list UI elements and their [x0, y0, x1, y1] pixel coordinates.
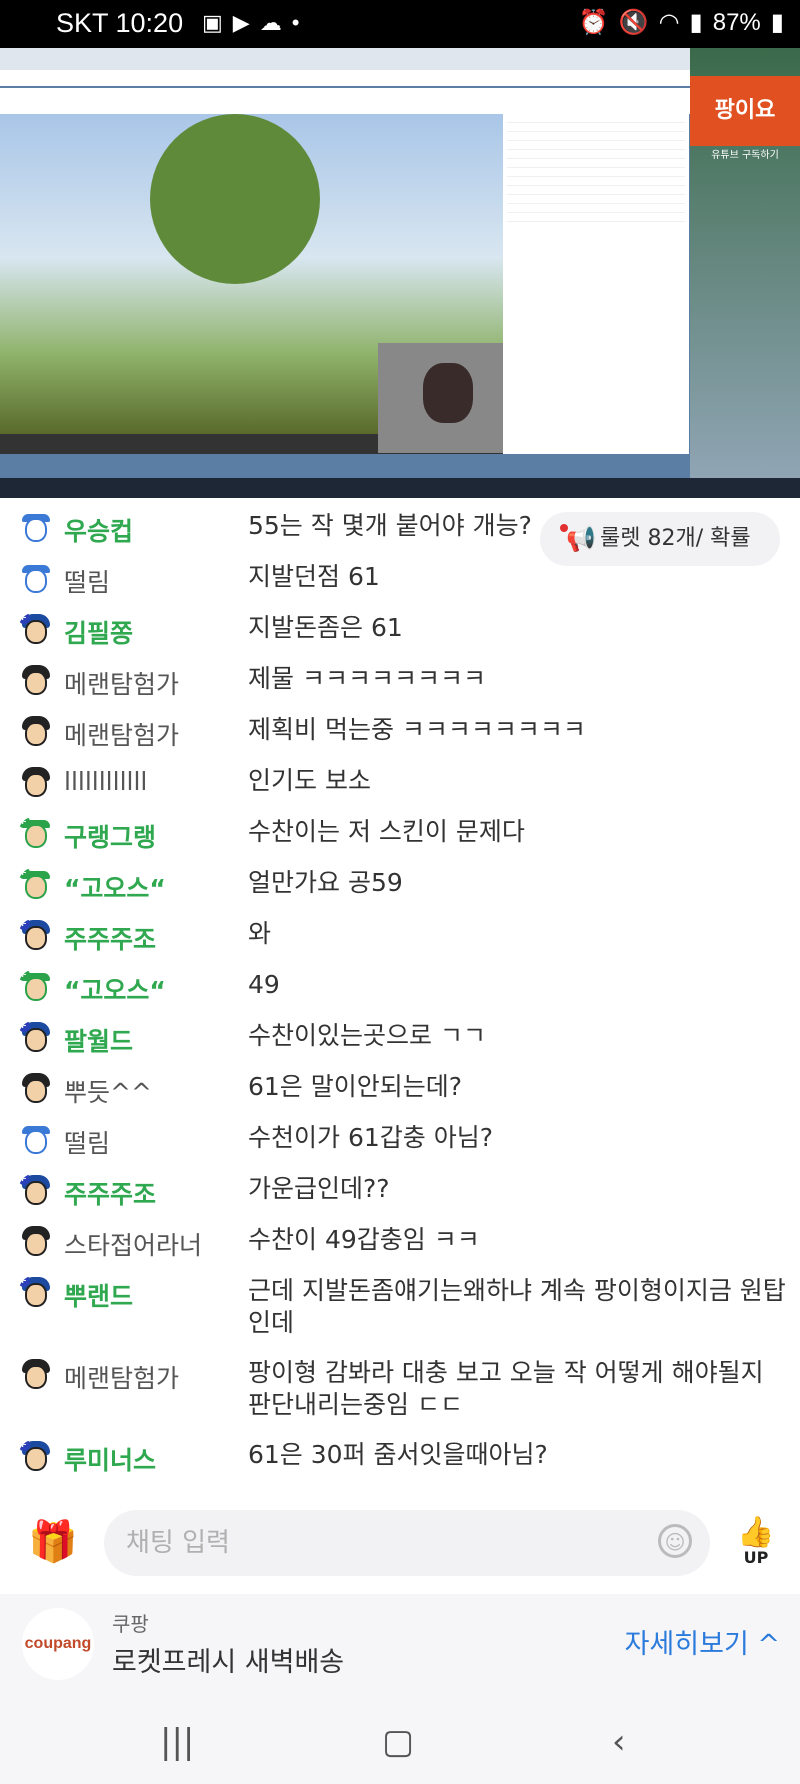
roulette-label: 룰렛 82개/ 확률 — [600, 526, 751, 551]
emoji-icon[interactable]: ☺ — [658, 1524, 692, 1558]
stream-chat-panel — [503, 114, 689, 454]
avatar[interactable] — [18, 510, 54, 546]
avatar[interactable]: F — [18, 1173, 54, 1209]
stream-video[interactable]: 팡이요 유튜브 구독하기 — [0, 48, 800, 498]
image-icon: ▣ — [202, 10, 223, 35]
chat-nickname[interactable]: 메랜탐험가 — [64, 1359, 179, 1395]
stream-browser-tabs — [0, 48, 700, 70]
avatar[interactable]: F — [18, 1020, 54, 1056]
chat-nickname[interactable]: 루미너스 — [64, 1441, 156, 1477]
battery-percent: 87% — [712, 8, 761, 36]
chat-nickname[interactable]: “고오스“ — [64, 971, 166, 1007]
megaphone-icon: 📢 — [566, 525, 596, 553]
avatar[interactable]: F — [18, 612, 54, 648]
status-bar: SKT 10:20 ▣ ▶ ☁ • ⏰ 🔇 ◠ ▮ 87% ▮ — [0, 0, 800, 48]
home-icon[interactable]: ▢ — [382, 1722, 414, 1762]
chat-nickname[interactable]: llllllllllll — [64, 767, 147, 796]
avatar[interactable]: F — [18, 918, 54, 954]
dot-icon: • — [291, 10, 300, 35]
chat-text: 49 — [248, 970, 280, 999]
signal-icon: ▮ — [689, 9, 703, 36]
avatar[interactable] — [18, 561, 54, 597]
chat-text: 얼만가요 공59 — [248, 868, 403, 897]
recent-apps-icon[interactable]: ||| — [160, 1722, 194, 1762]
avatar[interactable]: F — [18, 816, 54, 852]
avatar[interactable] — [18, 1224, 54, 1260]
chat-nickname[interactable]: 팔월드 — [64, 1022, 133, 1058]
chat-nickname[interactable]: 스타접어라너 — [64, 1226, 202, 1262]
stream-browser-url — [0, 70, 700, 86]
chat-nickname[interactable]: 우승컵 — [64, 512, 133, 548]
status-time: SKT 10:20 — [56, 8, 184, 38]
chat-text: 수천이가 61갑충 아님? — [248, 1123, 493, 1152]
chat-text: 인기도 보소 — [248, 766, 371, 795]
chat-text: 61은 말이안되는데? — [248, 1072, 463, 1101]
system-nav-bar: ||| ▢ ‹ — [0, 1704, 800, 1784]
chat-nickname[interactable]: “고오스“ — [64, 869, 166, 905]
avatar[interactable] — [18, 765, 54, 801]
streamer-webcam — [378, 343, 503, 453]
status-right-icons: ⏰ 🔇 ◠ ▮ 87% ▮ — [579, 8, 784, 37]
stream-overlay: 팡이요 유튜브 구독하기 — [690, 48, 800, 478]
chat-text: 수찬이있는곳으로 ㄱㄱ — [248, 1021, 486, 1050]
up-label: UP — [743, 1548, 769, 1567]
avatar[interactable]: F — [18, 1439, 54, 1475]
ad-banner[interactable]: coupang 쿠팡 로켓프레시 새벽배송 자세히보기 ^ — [0, 1594, 800, 1704]
channel-overlay-logo: 팡이요 — [690, 76, 800, 146]
chat-nickname[interactable]: 메랜탐험가 — [64, 716, 179, 752]
up-button[interactable]: 👍 UP — [728, 1515, 784, 1568]
avatar[interactable]: F — [18, 1275, 54, 1311]
avatar[interactable] — [18, 1357, 54, 1393]
chat-nickname[interactable]: 주주주조 — [64, 1175, 156, 1211]
chat-text: 팡이형 감봐라 대충 보고 오늘 작 어떻게 해야될지 판단내리는중임 ㄷㄷ — [248, 1358, 764, 1419]
chat-nickname[interactable]: 떨림 — [64, 1124, 110, 1160]
back-icon[interactable]: ‹ — [612, 1722, 626, 1762]
alarm-icon: ⏰ — [578, 9, 609, 36]
mute-icon: 🔇 — [618, 9, 649, 36]
chat-text: 근데 지발돈좀얘기는왜하냐 계속 팡이형이지금 원탑인데 — [248, 1276, 786, 1337]
coupang-logo: coupang — [22, 1608, 94, 1680]
youtube-icon: ▶ — [232, 10, 250, 35]
chat-nickname[interactable]: 메랜탐험가 — [64, 665, 179, 701]
avatar[interactable] — [18, 714, 54, 750]
streamer-head — [423, 363, 473, 423]
chat-input-bar: 🎁 채팅 입력 ☺ 👍 UP — [0, 1500, 800, 1590]
roulette-button[interactable]: 📢 룰렛 82개/ 확률 — [540, 512, 780, 566]
chat-text: 제물 ㅋㅋㅋㅋㅋㅋㅋㅋ — [248, 664, 486, 693]
stream-site-header — [0, 88, 700, 114]
chat-text: 61은 30퍼 줌서잇을때아님? — [248, 1440, 548, 1469]
chat-text: 수찬이 49갑충임 ㅋㅋ — [248, 1225, 480, 1254]
status-left-icons: ▣ ▶ ☁ • — [202, 10, 299, 36]
chat-input-placeholder: 채팅 입력 — [126, 1528, 230, 1558]
thumbs-up-icon: 👍 — [737, 1515, 775, 1550]
game-tree — [150, 114, 320, 284]
avatar[interactable]: F — [18, 969, 54, 1005]
avatar[interactable] — [18, 1071, 54, 1107]
avatar[interactable] — [18, 1122, 54, 1158]
wifi-icon: ◠ — [658, 9, 680, 36]
stream-taskbar — [0, 478, 800, 498]
chat-nickname[interactable]: 김필쫑 — [64, 614, 133, 650]
chat-text: 와 — [248, 919, 272, 948]
chat-nickname[interactable]: 뿌랜드 — [64, 1277, 133, 1313]
ad-brand: 쿠팡 — [112, 1612, 149, 1636]
avatar[interactable] — [18, 663, 54, 699]
battery-icon: ▮ — [770, 9, 784, 36]
ad-slogan: 로켓프레시 새벽배송 — [112, 1647, 345, 1678]
gift-icon[interactable]: 🎁 — [28, 1520, 78, 1564]
ad-more-button[interactable]: 자세히보기 ^ — [625, 1622, 780, 1661]
chat-text: 수찬이는 저 스킨이 문제다 — [248, 817, 525, 846]
chat-text: 제획비 먹는중 ㅋㅋㅋㅋㅋㅋㅋㅋ — [248, 715, 586, 744]
chat-nickname[interactable]: 떨림 — [64, 563, 110, 599]
chat-nickname[interactable]: 뿌듯^^ — [64, 1073, 152, 1109]
cloud-icon: ☁ — [259, 10, 282, 35]
chat-input[interactable]: 채팅 입력 ☺ — [104, 1510, 710, 1576]
chat-list[interactable]: 우승컵 55는 작 몇개 붙어야 개능? 떨림 지발던점 61 F 김필쫑 지발돈좀은 61… — [0, 498, 800, 1510]
avatar[interactable]: F — [18, 867, 54, 903]
chat-nickname[interactable]: 주주주조 — [64, 920, 156, 956]
channel-overlay-sub: 유튜브 구독하기 — [711, 150, 779, 161]
chat-text: 지발돈좀은 61 — [248, 613, 403, 642]
chat-text: 가운급인데?? — [248, 1174, 390, 1203]
chat-nickname[interactable]: 구랭그랭 — [64, 818, 156, 854]
